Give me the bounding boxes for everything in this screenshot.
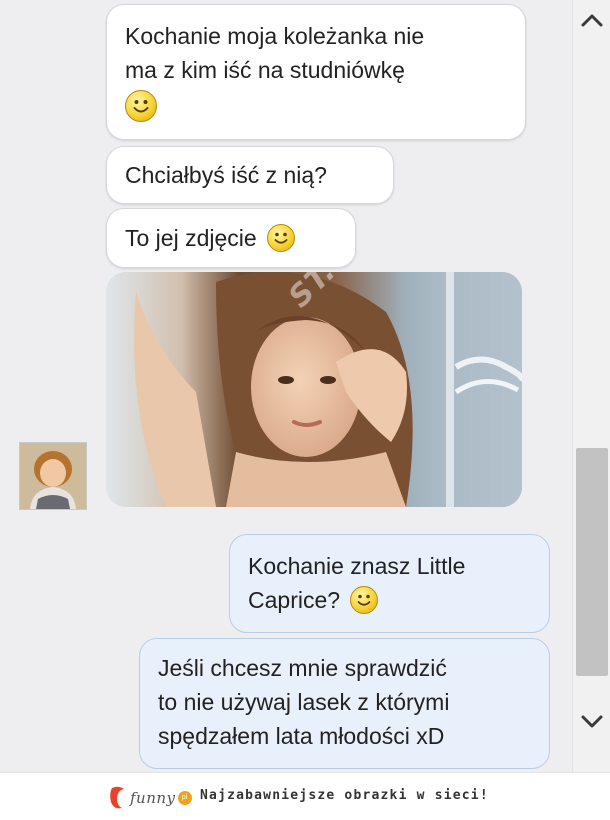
- message-bubble-incoming[interactable]: To jej zdjęcie: [106, 208, 356, 268]
- logo-mark-icon: [110, 786, 124, 809]
- scroll-down-button[interactable]: [573, 702, 610, 742]
- chevron-up-icon: [581, 14, 602, 27]
- message-text: Caprice?: [248, 587, 341, 613]
- footer-bar: funny pl Najzabawniejsze obrazki w sieci…: [0, 772, 610, 820]
- scrollbar-thumb[interactable]: [576, 448, 608, 676]
- shared-photo[interactable]: ST...: [106, 272, 522, 507]
- logo-text: funny: [130, 789, 176, 807]
- smiley-icon: [350, 585, 379, 614]
- site-logo[interactable]: funny pl: [108, 785, 192, 811]
- message-bubble-outgoing[interactable]: Kochanie znasz Little Caprice?: [229, 534, 550, 633]
- logo-badge: pl: [177, 791, 192, 805]
- message-text: spędzałem lata młodości xD: [158, 723, 445, 749]
- avatar[interactable]: [19, 442, 87, 510]
- message-text: Chciałbyś iść z nią?: [125, 162, 327, 188]
- message-text: to nie używaj lasek z którymi: [158, 689, 450, 715]
- smiley-icon: [125, 89, 157, 122]
- chat-panel[interactable]: Kochanie moja koleżanka nie ma z kim iść…: [0, 0, 572, 772]
- message-bubble-outgoing[interactable]: Jeśli chcesz mnie sprawdzić to nie używa…: [139, 638, 550, 769]
- chevron-down-icon: [581, 715, 602, 728]
- smiley-icon: [267, 223, 296, 252]
- message-bubble-incoming[interactable]: Chciałbyś iść z nią?: [106, 146, 394, 204]
- message-text: Kochanie moja koleżanka nie: [125, 23, 425, 49]
- scrollbar[interactable]: [572, 0, 610, 772]
- message-text: Kochanie znasz Little: [248, 553, 466, 579]
- message-text: To jej zdjęcie: [125, 225, 257, 251]
- scroll-up-button[interactable]: [573, 0, 610, 40]
- message-text: Jeśli chcesz mnie sprawdzić: [158, 655, 447, 681]
- site-tagline: Najzabawniejsze obrazki w sieci!: [200, 788, 489, 803]
- message-text: ma z kim iść na studniówkę: [125, 57, 405, 83]
- message-bubble-incoming[interactable]: Kochanie moja koleżanka nie ma z kim iść…: [106, 4, 526, 140]
